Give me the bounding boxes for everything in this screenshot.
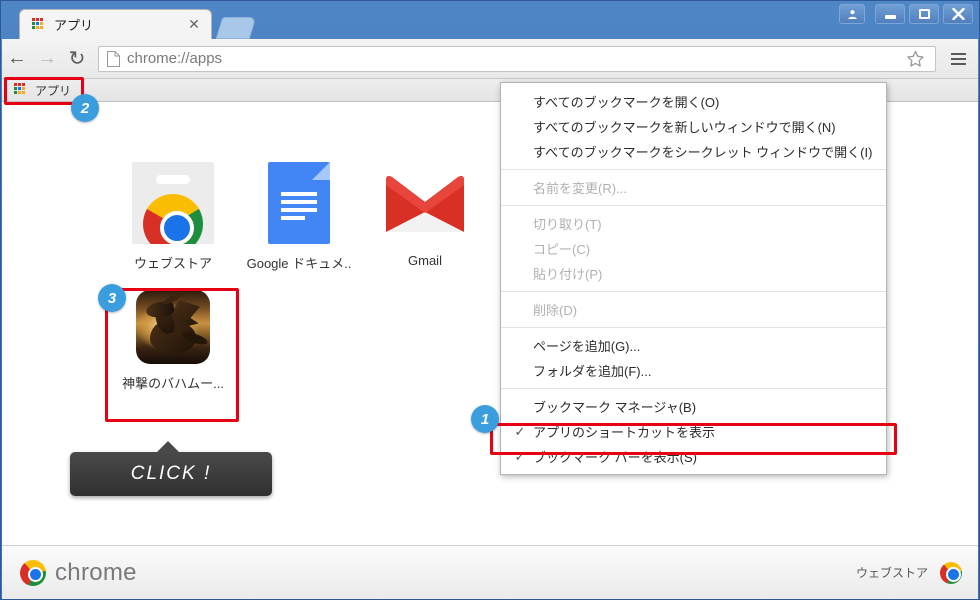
- click-tooltip: CLICK !: [70, 441, 272, 496]
- hamburger-line: [950, 62, 966, 65]
- menu-item-label: すべてのブックマークを新しいウィンドウで開く(N): [533, 120, 836, 135]
- menu-item-add-folder[interactable]: フォルダを追加(F)...: [501, 358, 886, 383]
- badge-number: 3: [107, 289, 117, 307]
- minimize-icon: [884, 15, 896, 19]
- hamburger-line: [950, 52, 966, 55]
- bookmark-apps-label: アプリ: [35, 83, 72, 98]
- menu-item-label: コピー(C): [533, 242, 591, 257]
- menu-separator: [501, 291, 886, 292]
- menu-item-label: すべてのブックマークをシークレット ウィンドウで開く(I): [533, 145, 873, 160]
- close-button[interactable]: [943, 4, 973, 24]
- menu-item-open-all-bookmarks-new-window[interactable]: すべてのブックマークを新しいウィンドウで開く(N): [501, 114, 886, 139]
- bottom-bar-right: ウェブストア: [856, 561, 962, 584]
- chrome-logo-icon: [20, 559, 46, 586]
- maximize-button[interactable]: [909, 4, 939, 24]
- maximize-icon: [918, 9, 930, 19]
- app-tile-bahamut[interactable]: 神撃のバハムー...: [110, 290, 236, 392]
- step-badge-2: 2: [71, 94, 99, 122]
- apps-grid-icon: [32, 17, 46, 32]
- menu-separator: [501, 327, 886, 328]
- app-tile-web-store[interactable]: ウェブストア: [110, 162, 236, 272]
- menu-separator: [501, 388, 886, 389]
- address-bar-text: chrome://apps: [127, 50, 223, 67]
- web-store-link[interactable]: ウェブストア: [856, 564, 928, 581]
- menu-item-label: 切り取り(T): [533, 217, 602, 232]
- gmail-icon: [384, 162, 466, 244]
- chrome-logo: chrome: [20, 559, 137, 587]
- menu-item-label: ブックマーク バーを表示(S): [533, 450, 697, 465]
- bookmark-apps-shortcut[interactable]: アプリ: [14, 82, 71, 99]
- checkmark-icon: ✓: [514, 448, 526, 464]
- tab-strip: アプリ ✕: [1, 1, 979, 39]
- close-icon[interactable]: ✕: [185, 16, 203, 34]
- new-tab-button[interactable]: [215, 17, 257, 39]
- apps-grid-icon: [14, 83, 28, 97]
- menu-item-label: ブックマーク マネージャ(B): [533, 400, 697, 415]
- browser-window: アプリ ✕ ← → ↻ chrome://apps アプリ ウェブストア Goo…: [0, 0, 980, 600]
- chrome-bottom-bar: chrome ウェブストア: [2, 545, 978, 599]
- menu-item-add-page[interactable]: ページを追加(G)...: [501, 333, 886, 358]
- browser-tab-apps[interactable]: アプリ ✕: [19, 9, 212, 39]
- user-profile-button[interactable]: [839, 4, 865, 24]
- app-label: ウェブストア: [133, 256, 212, 271]
- menu-item-label: アプリのショートカットを表示: [533, 425, 716, 440]
- menu-item-label: 削除(D): [533, 303, 578, 318]
- menu-item-label: ページを追加(G)...: [533, 339, 641, 354]
- menu-item-show-apps-shortcut[interactable]: ✓ アプリのショートカットを表示: [501, 419, 886, 444]
- menu-item-show-bookmarks-bar[interactable]: ✓ ブックマーク バーを表示(S): [501, 444, 886, 469]
- menu-item-paste: 貼り付け(P): [501, 261, 886, 286]
- tab-title: アプリ: [54, 18, 94, 33]
- menu-item-open-all-bookmarks-incognito[interactable]: すべてのブックマークをシークレット ウィンドウで開く(I): [501, 139, 886, 164]
- page-document-icon: [107, 50, 120, 67]
- bookmarks-context-menu: すべてのブックマークを開く(O) すべてのブックマークを新しいウィンドウで開く(…: [500, 82, 887, 475]
- menu-item-delete: 削除(D): [501, 297, 886, 322]
- minimize-button[interactable]: [875, 4, 905, 24]
- app-label: 神撃のバハムー...: [122, 376, 224, 391]
- address-bar[interactable]: chrome://apps: [98, 45, 936, 72]
- menu-item-label: フォルダを追加(F)...: [533, 364, 652, 379]
- web-store-icon: [132, 162, 214, 244]
- click-tooltip-text: CLICK !: [130, 463, 212, 484]
- menu-item-rename: 名前を変更(R)...: [501, 175, 886, 200]
- reload-button[interactable]: ↻: [62, 46, 92, 71]
- menu-item-label: 名前を変更(R)...: [533, 181, 627, 196]
- menu-item-cut: 切り取り(T): [501, 211, 886, 236]
- web-store-icon[interactable]: [940, 561, 962, 584]
- menu-separator: [501, 169, 886, 170]
- app-tile-gmail[interactable]: Gmail: [362, 162, 488, 268]
- menu-item-open-all-bookmarks[interactable]: すべてのブックマークを開く(O): [501, 89, 886, 114]
- forward-button[interactable]: →: [32, 47, 62, 70]
- menu-item-label: すべてのブックマークを開く(O): [533, 95, 720, 110]
- close-icon: [951, 8, 965, 20]
- hamburger-line: [950, 57, 966, 60]
- menu-separator: [501, 205, 886, 206]
- step-badge-1: 1: [471, 405, 499, 433]
- step-badge-3: 3: [98, 284, 126, 312]
- bookmark-star-icon[interactable]: [906, 50, 925, 68]
- badge-number: 2: [80, 99, 90, 117]
- google-docs-icon: [258, 162, 340, 244]
- checkmark-icon: ✓: [514, 423, 526, 439]
- window-controls: [839, 4, 973, 24]
- app-tile-google-docs[interactable]: Google ドキュメ..: [236, 162, 362, 272]
- badge-number: 1: [480, 410, 490, 428]
- app-label: Google ドキュメ..: [246, 256, 352, 271]
- back-button[interactable]: ←: [2, 47, 32, 70]
- person-icon: [847, 9, 857, 19]
- browser-toolbar: ← → ↻ chrome://apps: [2, 39, 978, 79]
- menu-item-label: 貼り付け(P): [533, 267, 603, 282]
- chrome-menu-button[interactable]: [946, 52, 970, 65]
- chrome-wordmark: chrome: [55, 558, 137, 586]
- menu-item-copy: コピー(C): [501, 236, 886, 261]
- bahamut-app-icon: [132, 290, 214, 364]
- app-label: Gmail: [408, 253, 442, 268]
- menu-item-bookmark-manager[interactable]: ブックマーク マネージャ(B): [501, 394, 886, 419]
